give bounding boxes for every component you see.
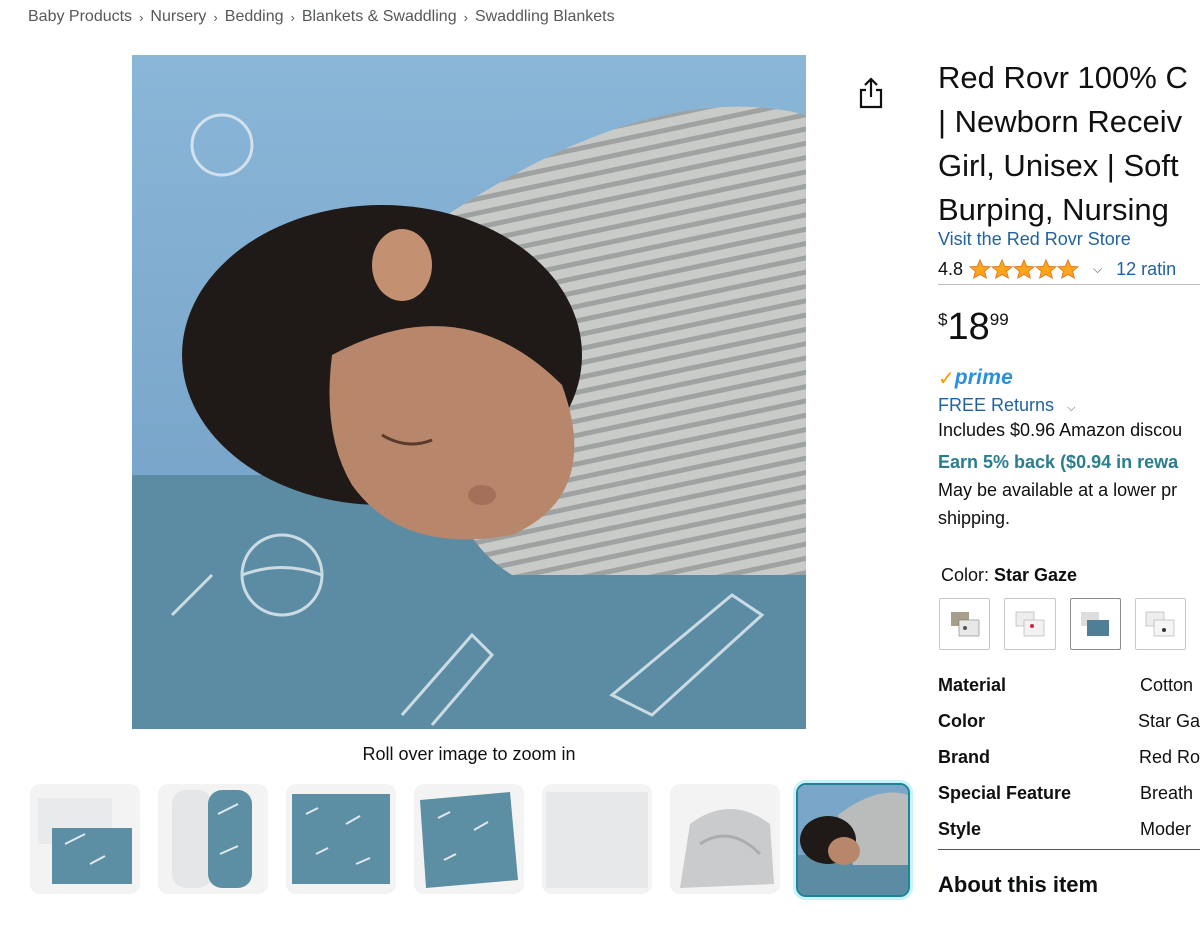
- spec-value: Red Ro: [1138, 746, 1200, 767]
- share-button[interactable]: [856, 76, 886, 110]
- spec-key: Special Feature: [938, 782, 1072, 803]
- star-icon: [1013, 259, 1036, 279]
- thumbnail-2[interactable]: [158, 784, 268, 894]
- spec-key: Style: [938, 818, 982, 839]
- breadcrumb: Baby Products › Nursery › Bedding › Blan…: [28, 8, 615, 26]
- thumbnail-6[interactable]: [670, 784, 780, 894]
- star-icon: [1035, 259, 1058, 279]
- spec-row-brand: Brand Red Ro: [938, 739, 1200, 775]
- thumbnail-4[interactable]: [414, 784, 524, 894]
- prime-label: prime: [954, 366, 1013, 389]
- spec-row-style: Style Moder: [938, 811, 1200, 847]
- store-link[interactable]: Visit the Red Rovr Store: [938, 229, 1200, 250]
- price-fraction: 99: [989, 310, 1009, 329]
- chevron-down-icon: ⌵: [1067, 402, 1076, 414]
- spec-key: Color: [938, 710, 985, 731]
- earn-rewards-link[interactable]: Earn 5% back ($0.94 in rewa: [938, 448, 1200, 476]
- color-label: Color: Star Gaze: [938, 565, 1200, 586]
- discount-line: Includes $0.96 Amazon discou: [938, 420, 1183, 440]
- price-whole: 18: [947, 306, 990, 348]
- spec-key: Material: [938, 674, 1007, 695]
- chevron-down-icon[interactable]: ⌵: [1093, 262, 1102, 277]
- ratings-count-link[interactable]: 12 ratin: [1116, 259, 1176, 280]
- chevron-right-icon: ›: [290, 9, 295, 25]
- about-heading: About this item: [938, 872, 1099, 897]
- breadcrumb-nursery[interactable]: Nursery: [150, 8, 206, 26]
- rating-row: 4.8 ⌵ 12 ratin: [938, 256, 1200, 282]
- color-swatches: [938, 598, 1200, 650]
- spec-value: Breath: [1140, 782, 1194, 803]
- color-swatch-1[interactable]: [939, 598, 991, 650]
- rating-value: 4.8: [938, 258, 964, 279]
- thumbnail-1[interactable]: [30, 784, 140, 894]
- spec-value: Moder: [1140, 818, 1192, 839]
- breadcrumb-blankets-swaddling[interactable]: Blankets & Swaddling: [302, 8, 457, 26]
- title-line-4: Burping, Nursing: [938, 192, 1169, 227]
- thumbnail-3[interactable]: [286, 784, 396, 894]
- color-swatch-4[interactable]: [1134, 598, 1186, 650]
- divider: [938, 849, 1200, 850]
- chevron-right-icon: ›: [463, 9, 468, 25]
- thumbnail-5[interactable]: [542, 784, 652, 894]
- share-icon: [859, 77, 883, 109]
- chevron-right-icon: ›: [139, 9, 144, 25]
- spec-row-material: Material Cotton: [938, 667, 1200, 703]
- color-label-text: Color:: [941, 565, 990, 585]
- star-rating[interactable]: [969, 259, 1080, 279]
- lower-price-line-2: shipping.: [938, 508, 1011, 528]
- prime-check-icon: ✓: [938, 367, 955, 390]
- breadcrumb-baby-products[interactable]: Baby Products: [28, 8, 132, 26]
- star-icon: [991, 259, 1014, 279]
- breadcrumb-swaddling-blankets[interactable]: Swaddling Blankets: [475, 8, 615, 26]
- star-icon: [969, 259, 992, 279]
- zoom-hint: Roll over image to zoom in: [362, 744, 576, 764]
- price-symbol: $: [938, 310, 948, 329]
- breadcrumb-bedding[interactable]: Bedding: [225, 8, 284, 26]
- spec-value: Star Ga: [1137, 710, 1200, 731]
- product-specs-table: Material Cotton Color Star Ga Brand Red …: [938, 667, 1200, 850]
- color-swatch-2[interactable]: [1004, 598, 1056, 650]
- divider: [938, 284, 1200, 285]
- spec-row-special-feature: Special Feature Breath: [938, 775, 1200, 811]
- price: $ 18 99: [938, 307, 1200, 351]
- main-product-image[interactable]: [132, 55, 806, 729]
- lower-price-line-1: May be available at a lower pr: [938, 480, 1178, 500]
- spec-value: Cotton: [1140, 674, 1194, 695]
- thumbnail-7[interactable]: [796, 783, 910, 897]
- color-selected: Star Gaze: [994, 565, 1078, 585]
- free-returns[interactable]: FREE Returns ⌵: [938, 395, 1200, 416]
- free-returns-label: FREE Returns: [938, 395, 1055, 415]
- title-line-1: Red Rovr 100% C: [938, 60, 1188, 95]
- color-swatch-3[interactable]: [1069, 598, 1121, 650]
- title-line-3: Girl, Unisex | Soft: [938, 148, 1179, 183]
- spec-key: Brand: [938, 746, 991, 767]
- spec-row-color: Color Star Ga: [938, 703, 1200, 739]
- prime-badge: ✓ prime: [938, 364, 1200, 392]
- product-title: Red Rovr 100% C | Newborn Receiv Girl, U…: [938, 56, 1200, 232]
- chevron-right-icon: ›: [213, 9, 218, 25]
- title-line-2: | Newborn Receiv: [938, 104, 1183, 139]
- star-icon: [1057, 259, 1080, 279]
- product-info-panel: Red Rovr 100% C | Newborn Receiv Girl, U…: [938, 56, 1200, 925]
